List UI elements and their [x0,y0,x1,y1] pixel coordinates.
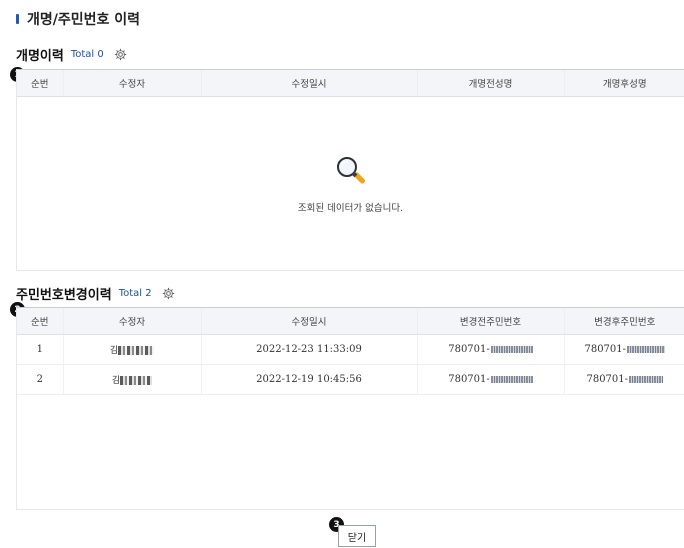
gear-icon[interactable] [162,286,176,300]
rename-section-title: 개명이력 [16,48,64,64]
rename-history-table: 순번 수정자 수정일시 개명전성명 개명후성명 조회된 데이터가 없습니다. [16,69,684,271]
col-header-modified-at: 수정일시 [200,69,417,97]
title-accent-bar [16,14,19,24]
empty-message: 조회된 데이터가 없습니다. [297,202,404,214]
rrn-table-header-row: 순번 수정자 수정일시 변경전주민번호 변경후주민번호 [17,307,684,335]
rename-table-header-row: 순번 수정자 수정일시 개명전성명 개명후성명 [17,69,684,97]
masked-editor-name [120,376,153,385]
col-header-name-after: 개명후성명 [563,69,684,97]
table-row[interactable]: 1 김 2022-12-23 11:33:09 780701- 780701- [17,334,684,365]
masked-rrn-after [627,346,666,353]
rrn-before-prefix: 780701- [448,344,490,355]
rrn-after-prefix: 780701- [584,344,627,355]
col-header-modified-at: 수정일시 [200,307,417,335]
masked-rrn-after [629,376,664,383]
row-rrn-after: 780701- [563,334,684,365]
rrn-before-prefix: 780701- [448,374,490,385]
row-seq: 2 [17,364,63,395]
col-header-seq: 순번 [17,307,63,335]
col-header-name-before: 개명전성명 [416,69,564,97]
search-icon [334,154,368,192]
row-rrn-after: 780701- [563,364,684,395]
masked-rrn-before [490,346,533,353]
row-modified-at: 2022-12-23 11:33:09 [200,334,417,365]
row-modified-at: 2022-12-19 10:45:56 [200,364,417,395]
rrn-history-table: 순번 수정자 수정일시 변경전주민번호 변경후주민번호 1 김 2022-12-… [16,307,684,510]
table-row[interactable]: 2 김 2022-12-19 10:45:56 780701- 780701- [17,364,684,395]
gear-icon[interactable] [114,47,128,61]
masked-editor-name [118,346,155,355]
masked-rrn-before [490,376,533,383]
row-rrn-before: 780701- [416,364,564,395]
rrn-section-title: 주민번호변경이력 [16,287,112,303]
row-seq: 1 [17,334,63,365]
col-header-editor: 수정자 [62,69,201,97]
row-rrn-before: 780701- [416,334,564,365]
rename-section-header: 개명이력 Total 0 [16,44,128,64]
page-title: 개명/주민번호 이력 [16,8,140,30]
rrn-section-header: 주민번호변경이력 Total 2 [16,283,176,303]
row-editor: 김 [62,334,201,365]
col-header-seq: 순번 [17,69,63,97]
rename-total-count: Total 0 [70,48,104,60]
close-button[interactable]: 닫기 [338,525,376,547]
rrn-after-prefix: 780701- [586,374,629,385]
editor-name-prefix: 김 [111,376,121,386]
col-header-rrn-after: 변경후주민번호 [563,307,684,335]
page-title-text: 개명/주민번호 이력 [27,12,141,28]
rrn-total-count: Total 2 [118,287,152,299]
col-header-editor: 수정자 [62,307,201,335]
editor-name-prefix: 김 [109,346,119,356]
row-editor: 김 [62,364,201,395]
col-header-rrn-before: 변경전주민번호 [416,307,564,335]
empty-state: 조회된 데이터가 없습니다. [17,97,684,270]
